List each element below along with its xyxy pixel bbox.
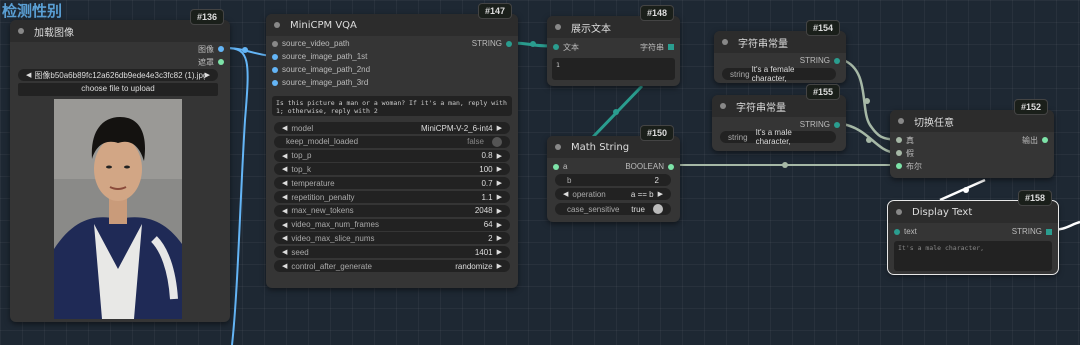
text-display-area[interactable]: It's a male character, [894, 241, 1052, 271]
arrow-right-icon: ▶ [496, 263, 502, 270]
input-text-slot[interactable]: text [894, 227, 917, 236]
image-select-widget[interactable]: ◀ 图像b50a6b89fc12a626db9ede4e3c3fc82 (1).… [18, 69, 218, 81]
output-string-slot[interactable]: STRING [1012, 227, 1052, 236]
text-display-area[interactable]: 1 [552, 58, 675, 80]
input-text-slot[interactable]: 文本 [553, 42, 579, 53]
widget-model[interactable]: ◀ model MiniCPM-V-2_6-int4 ▶ [274, 122, 510, 134]
link-switch-to-display [939, 178, 986, 202]
link-155-to-switch [842, 122, 896, 155]
output-mask-slot[interactable]: 遮罩 [198, 57, 224, 68]
node-id-badge: #152 [1013, 99, 1048, 115]
node-id-badge: #148 [639, 5, 674, 21]
arrow-right-icon: ▶ [496, 194, 502, 201]
collapse-dot-icon[interactable] [722, 39, 728, 45]
widget-top-p[interactable]: ◀ top_p 0.8 ▶ [274, 149, 510, 162]
arrow-right-icon: ▶ [496, 221, 502, 229]
widget-max-new-tokens[interactable]: ◀ max_new_tokens 2048 ▶ [274, 204, 510, 217]
input-source-image-3rd[interactable]: source_image_path_3rd [272, 78, 368, 87]
string-value-field[interactable]: string It's a male character, [720, 128, 836, 146]
widget-video-max-slice-nums[interactable]: ◀ video_max_slice_nums 2 ▶ [274, 232, 510, 245]
widget-temperature[interactable]: ◀ temperature 0.7 ▶ [274, 177, 510, 190]
arrow-right-icon: ▶ [204, 72, 210, 79]
node-title: 加载图像 [34, 27, 74, 39]
widget-repetition-penalty[interactable]: ◀ repetition_penalty 1.1 ▶ [274, 191, 510, 203]
node-id-badge: #150 [639, 125, 674, 141]
widget-top-k[interactable]: ◀ top_k 100 ▶ [274, 163, 510, 176]
node-id-badge: #136 [189, 9, 224, 25]
widget-seed[interactable]: ◀ seed 1401 ▶ [274, 246, 510, 259]
node-title: Display Text [912, 206, 973, 218]
node-title: 字符串常量 [736, 102, 786, 114]
arrow-right-icon: ▶ [496, 207, 502, 215]
collapse-dot-icon[interactable] [555, 144, 561, 150]
node-minicpm-vqa[interactable]: #147 MiniCPM VQA source_video_path sourc… [266, 3, 518, 288]
arrow-right-icon: ▶ [496, 180, 502, 188]
node-title: 展示文本 [571, 23, 611, 35]
node-load-image[interactable]: #136 加载图像 图像 遮罩 ◀ 图像b50a6b89fc12a626db9e… [10, 9, 230, 322]
collapse-dot-icon[interactable] [898, 118, 904, 124]
collapse-dot-icon[interactable] [720, 103, 726, 109]
prompt-textarea[interactable]: Is this picture a man or a woman? If it'… [272, 96, 512, 116]
output-boolean-slot[interactable]: BOOLEAN [625, 162, 674, 171]
widget-control-after-generate[interactable]: ◀ control_after_generate randomize ▶ [274, 260, 510, 272]
node-id-badge: #154 [805, 20, 840, 36]
collapse-dot-icon[interactable] [274, 22, 280, 28]
toggle-knob-icon [653, 204, 663, 214]
collapse-dot-icon[interactable] [896, 209, 902, 215]
node-math-string[interactable]: #150 Math String a BOOLEAN b2 ◀ operation… [547, 125, 680, 222]
input-source-image-2nd[interactable]: source_image_path_2nd [272, 65, 370, 74]
collapse-dot-icon[interactable] [555, 24, 561, 30]
node-show-text[interactable]: #148 展示文本 文本 字符串 1 [547, 5, 680, 86]
input-source-image-1st[interactable]: source_image_path_1st [272, 52, 367, 61]
node-id-badge: #155 [805, 84, 840, 100]
arrow-right-icon: ▶ [496, 235, 502, 243]
arrow-right-icon: ▶ [496, 166, 502, 174]
output-string-slot[interactable]: 字符串 [640, 42, 674, 53]
node-title: 字符串常量 [738, 38, 788, 50]
node-switch-any[interactable]: #152 切换任意 真 假 布尔 输出 [890, 99, 1054, 178]
node-title: 切换任意 [914, 117, 954, 129]
widget-video-max-num-frames[interactable]: ◀ video_max_num_frames 64 ▶ [274, 218, 510, 231]
node-display-text[interactable]: #158 Display Text text STRING It's a mal… [887, 190, 1059, 275]
case-sensitive-toggle[interactable]: case_sensitive true [555, 203, 671, 215]
b-widget[interactable]: b2 [555, 174, 671, 186]
node-canvas[interactable]: 检测性别 #136 加载图像 图像 遮罩 ◀ 图像b50a6b89fc12a62… [0, 0, 1080, 345]
output-slot[interactable]: 输出 [1022, 135, 1048, 146]
arrow-right-icon: ▶ [496, 249, 502, 257]
input-a-slot[interactable]: a [553, 162, 567, 171]
input-source-video-path[interactable]: source_video_path [272, 39, 350, 48]
group-title: 检测性别 [2, 2, 63, 20]
node-id-badge: #158 [1017, 190, 1052, 206]
toggle-knob-icon [492, 136, 502, 147]
node-string-constant-154[interactable]: #154 字符串常量 STRING string It's a female ch… [714, 20, 846, 83]
input-boolean-slot[interactable]: 布尔 [896, 161, 922, 172]
widget-keep-model-loaded[interactable]: keep_model_loaded false [274, 135, 510, 148]
string-link-to-math [591, 84, 644, 139]
image-preview [54, 99, 182, 319]
link-154-to-switch [842, 58, 896, 142]
arrow-right-icon: ▶ [657, 191, 663, 198]
node-title: MiniCPM VQA [290, 19, 357, 31]
node-id-badge: #147 [477, 3, 512, 19]
collapse-dot-icon[interactable] [18, 28, 24, 34]
node-title: Math String [571, 141, 630, 153]
string-link-to-show-text [512, 41, 551, 48]
arrow-right-icon: ▶ [496, 152, 502, 160]
output-string-slot[interactable]: STRING [800, 56, 840, 65]
input-false-slot[interactable]: 假 [896, 148, 914, 159]
string-value-field[interactable]: string It's a female character, [722, 65, 836, 83]
input-true-slot[interactable]: 真 [896, 135, 914, 146]
arrow-right-icon: ▶ [496, 125, 502, 132]
node-string-constant-155[interactable]: #155 字符串常量 STRING string It's a male char… [712, 84, 846, 151]
output-string-slot[interactable]: STRING [472, 39, 512, 48]
upload-button[interactable]: choose file to upload [18, 83, 218, 96]
operation-widget[interactable]: ◀ operation a == b ▶ [555, 188, 671, 200]
output-image-slot[interactable]: 图像 [198, 44, 224, 55]
